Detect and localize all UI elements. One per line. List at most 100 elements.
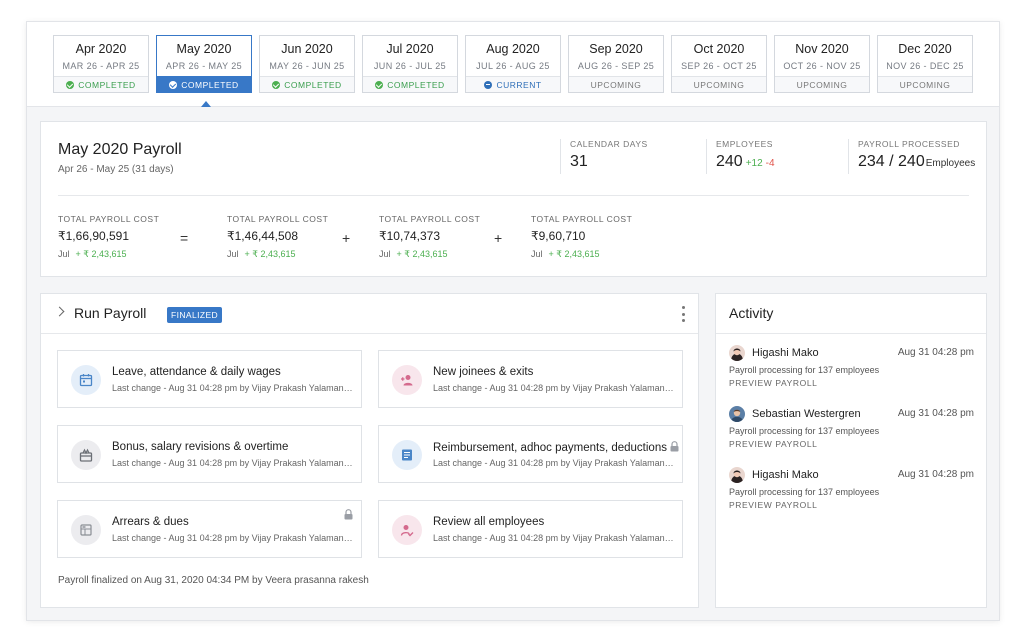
cost-label: TOTAL PAYROLL COST	[227, 214, 329, 224]
month-title: Aug 2020	[486, 42, 540, 56]
activity-item: Higashi Mako Aug 31 04:28 pm Payroll pro…	[729, 345, 974, 395]
month-status-label: COMPLETED	[78, 79, 136, 90]
task-leave-attendance[interactable]: Leave, attendance & daily wages Last cha…	[57, 350, 362, 408]
month-tab-oct-2020[interactable]: Oct 2020 SEP 26 - OCT 25 UPCOMING	[671, 35, 767, 93]
activity-card: Activity Higashi Mako Aug 31 04:28 pm Pa…	[715, 293, 987, 608]
month-title: Jun 2020	[281, 42, 333, 56]
activity-description: Payroll processing for 137 employees	[729, 426, 880, 436]
month-range: MAR 26 - APR 25	[62, 61, 140, 71]
month-status: UPCOMING	[672, 76, 766, 92]
month-status-label: UPCOMING	[899, 79, 951, 90]
payroll-app: Apr 2020 MAR 26 - APR 25 COMPLETED May 2…	[26, 21, 1000, 621]
cost-value: ₹1,46,44,508	[227, 229, 299, 243]
status-badge: FINALIZED	[167, 307, 223, 323]
check-circle-icon	[272, 80, 281, 89]
activity-user-name: Sebastian Westergren	[752, 408, 861, 420]
employees-stat: EMPLOYEES 240 +12 -4	[706, 139, 775, 174]
cost-change: Jul + ₹ 2,43,615	[58, 249, 159, 260]
cost-change-month: Jul	[379, 249, 391, 259]
month-title: Sep 2020	[589, 42, 643, 56]
task-bonus-revisions[interactable]: Bonus, salary revisions & overtime Last …	[57, 425, 362, 483]
cost-change-month: Jul	[58, 249, 70, 259]
stat-value: 234 / 240Employees	[858, 153, 975, 171]
task-title-text: Reimbursement, adhoc payments, deduction…	[433, 442, 667, 454]
month-range: NOV 26 - DEC 25	[886, 61, 964, 71]
month-status-label: UPCOMING	[796, 79, 848, 90]
cost-value: ₹1,66,90,591	[58, 229, 130, 243]
payroll-processed-stat: PAYROLL PROCESSED 234 / 240Employees	[848, 139, 975, 174]
task-new-joinees-exits[interactable]: New joinees & exits Last change - Aug 31…	[378, 350, 683, 408]
task-last-change: Last change - Aug 31 04:28 pm by Vijay P…	[433, 533, 678, 543]
month-tab-jun-2020[interactable]: Jun 2020 MAY 26 - JUN 25 COMPLETED	[259, 35, 355, 93]
activity-item: Higashi Mako Aug 31 04:28 pm Payroll pro…	[729, 467, 974, 517]
activity-time: Aug 31 04:28 pm	[897, 408, 974, 419]
person-add-icon	[392, 365, 422, 395]
month-status-label: COMPLETED	[387, 79, 445, 90]
month-tab-jul-2020[interactable]: Jul 2020 JUN 26 - JUL 25 COMPLETED	[362, 35, 458, 93]
month-title: Apr 2020	[75, 42, 127, 56]
activity-description: Payroll processing for 137 employees	[729, 365, 880, 375]
avatar	[729, 406, 745, 422]
month-status-label: UPCOMING	[693, 79, 745, 90]
task-title: Reimbursement, adhoc payments, deduction…	[433, 441, 679, 454]
run-payroll-header[interactable]: Run Payroll FINALIZED	[41, 294, 698, 334]
plus-operator: +	[342, 230, 351, 246]
more-options-icon[interactable]	[681, 306, 685, 322]
task-last-change: Last change - Aug 31 04:28 pm by Vijay P…	[112, 383, 357, 393]
avatar	[729, 467, 745, 483]
preview-payroll-link[interactable]: PREVIEW PAYROLL	[729, 378, 818, 388]
month-status: COMPLETED	[157, 76, 251, 92]
lock-icon	[670, 441, 679, 452]
check-circle-icon	[375, 80, 384, 89]
plus-operator: +	[494, 230, 503, 246]
task-title: Leave, attendance & daily wages	[112, 366, 281, 378]
run-payroll-card: Run Payroll FINALIZED Leave, attendance …	[40, 293, 699, 608]
month-tab-apr-2020[interactable]: Apr 2020 MAR 26 - APR 25 COMPLETED	[53, 35, 149, 93]
cost-change-delta: + ₹ 2,43,615	[244, 249, 296, 259]
task-review-employees[interactable]: Review all employees Last change - Aug 3…	[378, 500, 683, 558]
divider	[58, 195, 969, 196]
activity-time: Aug 31 04:28 pm	[897, 347, 974, 358]
processed-count: 234 / 240	[858, 153, 925, 170]
month-range: APR 26 - MAY 25	[165, 61, 243, 71]
employees-count: 240	[716, 153, 743, 170]
task-arrears-dues[interactable]: Arrears & dues Last change - Aug 31 04:2…	[57, 500, 362, 558]
run-payroll-title: Run Payroll	[74, 305, 147, 321]
person-check-icon	[392, 515, 422, 545]
stat-label: CALENDAR DAYS	[570, 139, 648, 149]
chevron-right-icon[interactable]	[54, 306, 65, 317]
check-circle-icon	[169, 80, 178, 89]
month-tab-dec-2020[interactable]: Dec 2020 NOV 26 - DEC 25 UPCOMING	[877, 35, 973, 93]
month-status: UPCOMING	[775, 76, 869, 92]
preview-payroll-link[interactable]: PREVIEW PAYROLL	[729, 439, 818, 449]
task-reimbursement[interactable]: Reimbursement, adhoc payments, deduction…	[378, 425, 683, 483]
month-status-label: COMPLETED	[181, 79, 239, 90]
payroll-title: May 2020 Payroll	[58, 141, 182, 158]
activity-title: Activity	[729, 305, 774, 321]
calendar-icon	[71, 365, 101, 395]
cost-change-month: Jul	[531, 249, 543, 259]
employees-added: +12	[745, 158, 763, 169]
equals-operator: =	[180, 230, 189, 246]
month-tab-nov-2020[interactable]: Nov 2020 OCT 26 - NOV 25 UPCOMING	[774, 35, 870, 93]
avatar	[729, 345, 745, 361]
cost-change-delta: + ₹ 2,43,615	[396, 249, 448, 259]
activity-header: Activity	[716, 294, 986, 334]
task-title: Review all employees	[433, 516, 545, 528]
finalized-note: Payroll finalized on Aug 31, 2020 04:34 …	[58, 575, 369, 586]
preview-payroll-link[interactable]: PREVIEW PAYROLL	[729, 500, 818, 510]
month-status: UPCOMING	[878, 76, 972, 92]
month-tab-sep-2020[interactable]: Sep 2020 AUG 26 - SEP 25 UPCOMING	[568, 35, 664, 93]
month-tab-may-2020[interactable]: May 2020 APR 26 - MAY 25 COMPLETED	[156, 35, 252, 93]
payroll-summary-card: May 2020 Payroll Apr 26 - May 25 (31 day…	[40, 121, 987, 277]
month-title: Dec 2020	[898, 42, 952, 56]
month-tab-aug-2020[interactable]: Aug 2020 JUL 26 - AUG 25 CURRENT	[465, 35, 561, 93]
cost-change: Jul + ₹ 2,43,615	[531, 249, 632, 260]
check-circle-icon	[66, 80, 75, 89]
cost-change-delta: + ₹ 2,43,615	[548, 249, 600, 259]
task-last-change: Last change - Aug 31 04:28 pm by Vijay P…	[112, 458, 357, 468]
task-title: New joinees & exits	[433, 366, 534, 378]
ledger-icon	[71, 515, 101, 545]
document-icon	[392, 440, 422, 470]
selected-month-caret	[201, 101, 211, 107]
